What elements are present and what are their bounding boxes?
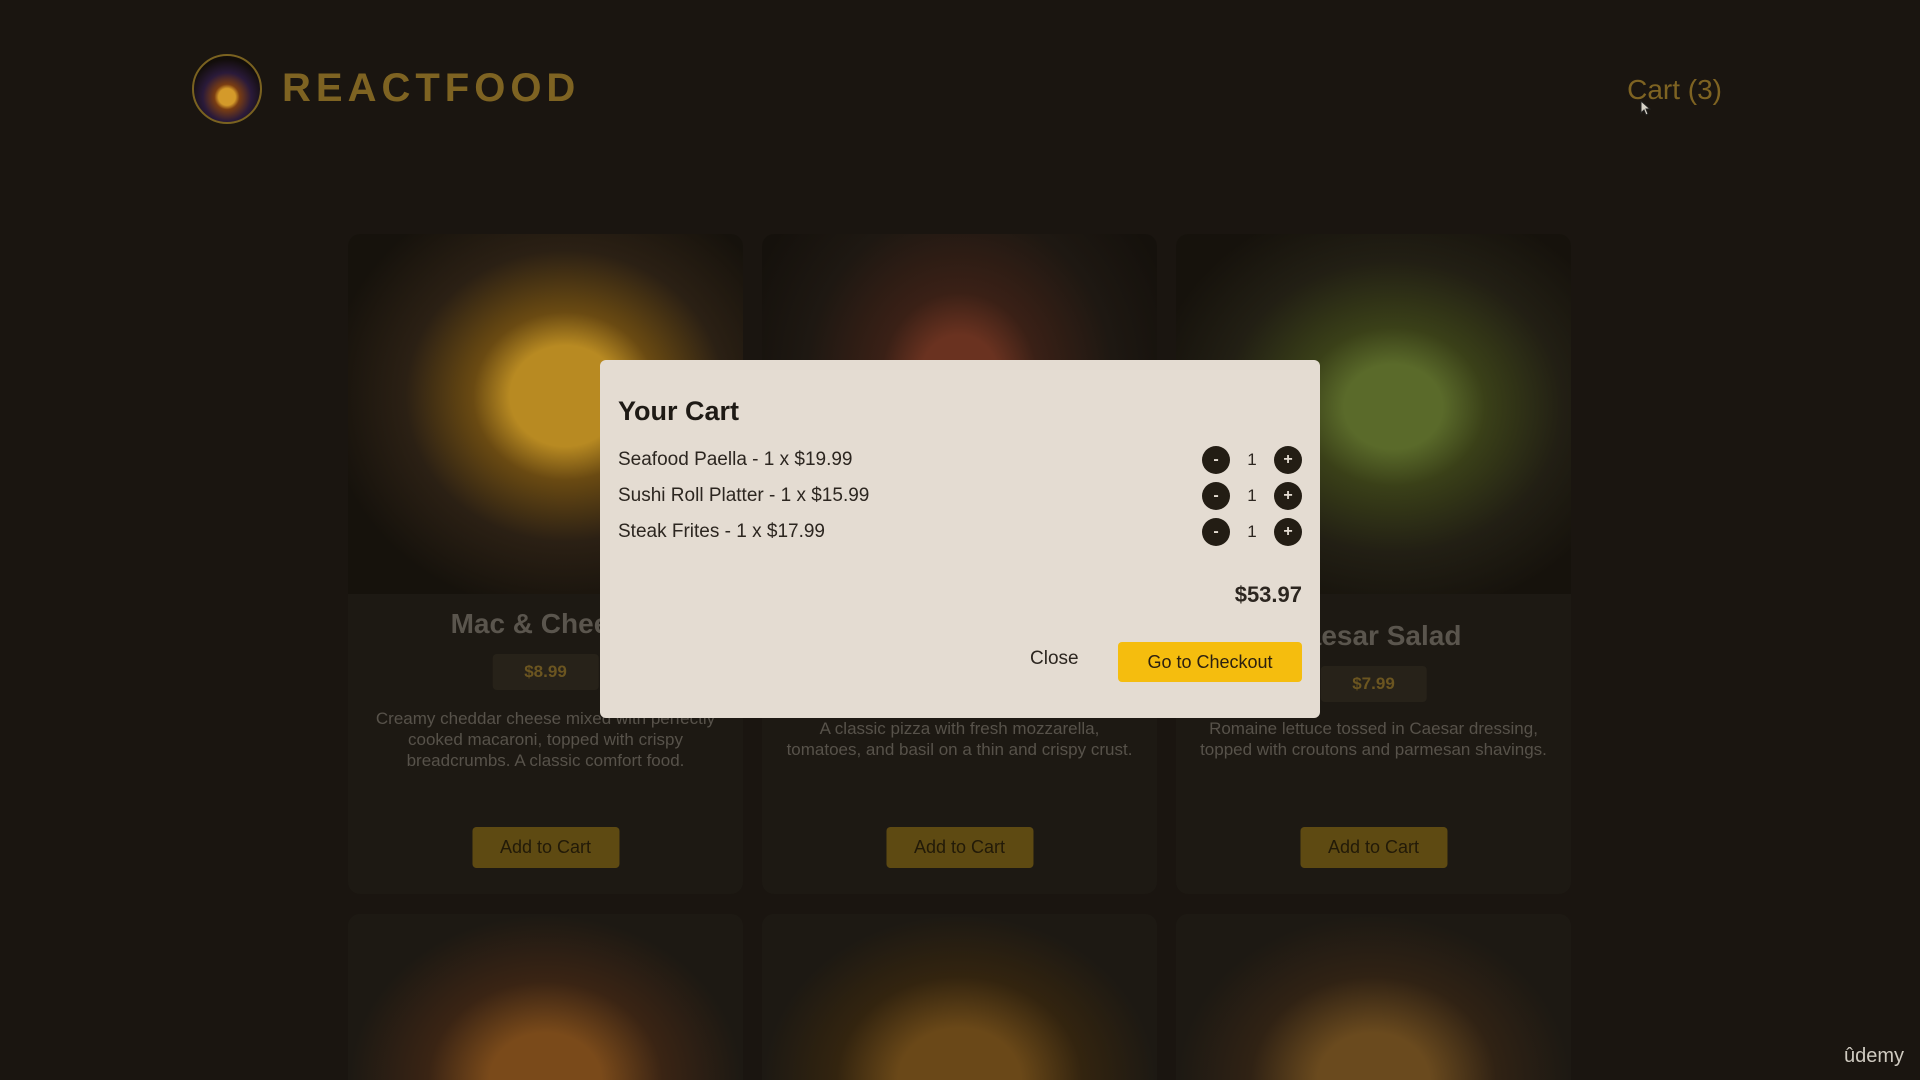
cart-modal: Your Cart Seafood Paella - 1 x $19.99 - … bbox=[600, 360, 1320, 718]
logo bbox=[192, 54, 262, 124]
quantity-stepper: - 1 + bbox=[1202, 481, 1302, 511]
quantity-value: 1 bbox=[1247, 522, 1257, 541]
cart-item-label: Steak Frites - 1 x $17.99 bbox=[618, 521, 825, 542]
meal-price: $8.99 bbox=[492, 654, 599, 690]
meal-card bbox=[762, 914, 1157, 1080]
decrease-button[interactable]: - bbox=[1202, 482, 1230, 510]
header: REACTFOOD Cart (3) bbox=[0, 0, 1920, 180]
cart-item: Sushi Roll Platter - 1 x $15.99 - 1 + bbox=[618, 481, 1302, 511]
meal-card bbox=[1176, 914, 1571, 1080]
cart-total: $53.97 bbox=[1234, 582, 1302, 607]
meal-description: A classic pizza with fresh mozzarella, t… bbox=[786, 719, 1133, 759]
cart-item: Steak Frites - 1 x $17.99 - 1 + bbox=[618, 517, 1302, 547]
increase-button[interactable]: + bbox=[1274, 482, 1302, 510]
quantity-stepper: - 1 + bbox=[1202, 445, 1302, 475]
increase-button[interactable]: + bbox=[1274, 518, 1302, 546]
logo-title: REACTFOOD bbox=[282, 66, 581, 110]
quantity-value: 1 bbox=[1247, 450, 1257, 469]
add-to-cart-button[interactable]: Add to Cart bbox=[1299, 827, 1448, 868]
mouse-cursor-icon bbox=[1640, 100, 1652, 116]
meal-image bbox=[348, 914, 743, 1080]
meal-image bbox=[762, 914, 1157, 1080]
cart-item: Seafood Paella - 1 x $19.99 - 1 + bbox=[618, 445, 1302, 475]
meal-image bbox=[1176, 914, 1571, 1080]
checkout-button[interactable]: Go to Checkout bbox=[1118, 642, 1302, 682]
modal-title: Your Cart bbox=[618, 396, 740, 426]
add-to-cart-button[interactable]: Add to Cart bbox=[471, 827, 620, 868]
add-to-cart-button[interactable]: Add to Cart bbox=[885, 827, 1034, 868]
cart-item-label: Seafood Paella - 1 x $19.99 bbox=[618, 449, 853, 470]
quantity-stepper: - 1 + bbox=[1202, 517, 1302, 547]
meal-description: Romaine lettuce tossed in Caesar dressin… bbox=[1200, 719, 1547, 759]
decrease-button[interactable]: - bbox=[1202, 446, 1230, 474]
increase-button[interactable]: + bbox=[1274, 446, 1302, 474]
decrease-button[interactable]: - bbox=[1202, 518, 1230, 546]
cart-item-label: Sushi Roll Platter - 1 x $15.99 bbox=[618, 485, 870, 506]
meal-price: $7.99 bbox=[1320, 666, 1427, 702]
close-button[interactable]: Close bbox=[1030, 648, 1079, 670]
meal-card bbox=[348, 914, 743, 1080]
quantity-value: 1 bbox=[1247, 486, 1257, 505]
udemy-watermark: ûdemy bbox=[1843, 1045, 1904, 1067]
